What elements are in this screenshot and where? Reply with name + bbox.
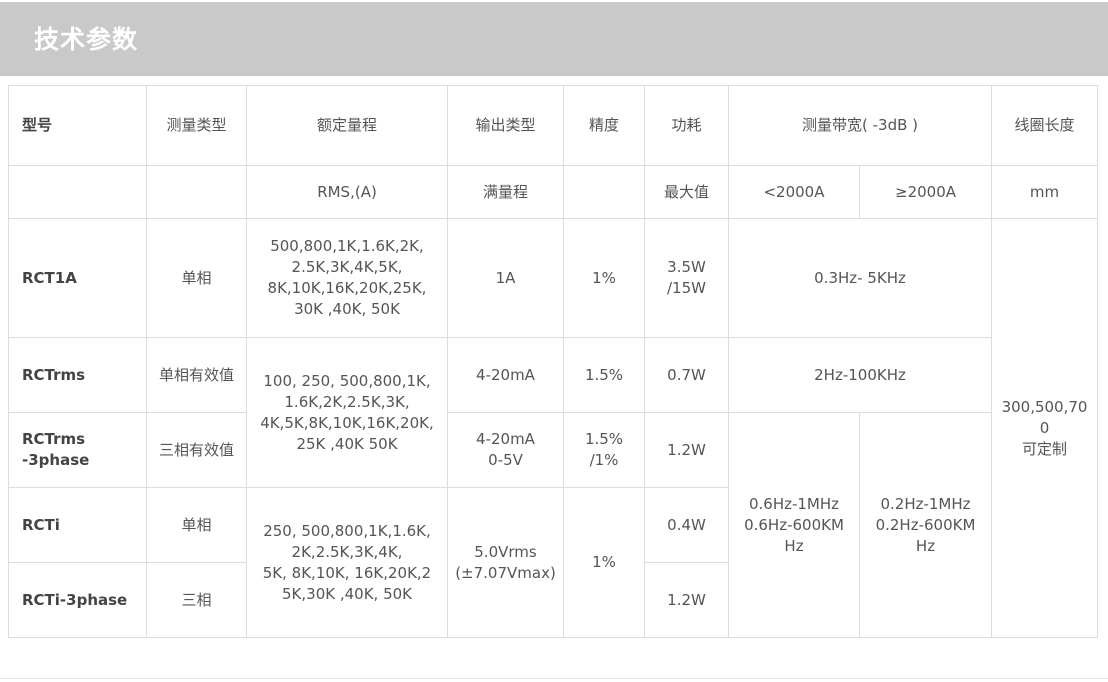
header-power: 功耗	[644, 85, 729, 166]
measure-type-cell: 单相	[146, 218, 247, 338]
subheader-output-type: 满量程	[447, 165, 564, 219]
bandwidth-cell: 0.3Hz- 5KHz	[727, 218, 993, 338]
model-cell: RCT1A	[8, 218, 147, 338]
power-cell: 1.2W	[644, 412, 729, 488]
measure-type-cell: 三相	[146, 562, 247, 638]
cell-line: 3.5W	[667, 258, 706, 276]
coil-length-cell: 300,500,70 0 可定制	[991, 218, 1099, 638]
subheader-rated-range: RMS,(A)	[246, 165, 448, 219]
header-accuracy: 精度	[563, 85, 645, 166]
cell-line: 1.2W	[667, 440, 706, 459]
cell-line: 250, 500,800,1K,1.6K,	[263, 521, 431, 540]
cell-line: 100, 250, 500,800,1K,	[263, 371, 431, 390]
model-cell: RCTrms	[8, 337, 147, 413]
cell-line: 4K,5K,8K,10K,16K,20K,	[260, 413, 434, 432]
output-type-cell: 4-20mA 0-5V	[447, 412, 564, 488]
cell-line: /15W	[667, 279, 706, 297]
cell-line: 4-20mA	[476, 430, 535, 448]
cell-line: 30K ,40K, 50K	[294, 300, 400, 318]
power-cell: 0.4W	[644, 487, 729, 563]
table-row: RCTrms -3phase 三相有效值 4-20mA 0-5V 1.5% /1…	[8, 412, 1098, 638]
model-cell: RCTi	[8, 487, 147, 563]
cell-line: 0.7W	[667, 365, 706, 384]
rated-range-cell: 500,800,1K,1.6K,2K, 2.5K,3K,4K,5K, 8K,10…	[246, 218, 448, 338]
power-cell: 3.5W /15W	[644, 218, 729, 338]
model-cell: RCTrms -3phase	[8, 412, 147, 488]
output-type-cell: 1A	[447, 218, 564, 338]
cell-line: 8K,10K,16K,20K,25K,	[267, 279, 427, 297]
cell-line: -3phase	[22, 451, 90, 469]
cell-line: /1%	[589, 451, 619, 469]
cell-line: 0.6Hz-1MHz	[748, 494, 840, 513]
cell-line: 0.2Hz-1MHz	[880, 494, 971, 513]
subheader-bandwidth-low: <2000A	[728, 165, 860, 219]
header-rated-range: 额定量程	[246, 85, 448, 166]
subheader-row: RMS,(A) 满量程 最大值 <2000A ≥2000A mm	[8, 165, 1099, 219]
output-type-cell: 5.0Vrms (±7.07Vmax)	[447, 487, 564, 638]
cell-line: 25K ,40K 50K	[296, 434, 398, 453]
model-cell: RCTi-3phase	[8, 562, 147, 638]
section-banner: 技术参数	[0, 2, 1108, 76]
cell-line: 0.6Hz-600KM	[744, 515, 844, 534]
subheader-measure-type	[146, 165, 247, 219]
subheader-bandwidth-high: ≥2000A	[858, 165, 993, 219]
cell-line: 2.5K,3K,4K,5K,	[291, 258, 403, 276]
cell-line: 1.2W	[667, 590, 706, 609]
header-measure-type: 测量类型	[146, 85, 247, 166]
cell-line: 1A	[495, 268, 516, 287]
table-row: RCTrms 单相有效值 100, 250, 500,800,1K, 1.6K,…	[8, 337, 1098, 488]
spec-table: 型号 测量类型 额定量程 输出类型 精度 功耗 测量带宽( -3dB ) 线圈长…	[8, 85, 1099, 638]
cell-line: 可定制	[1022, 439, 1068, 458]
cell-line: 0.2Hz-600KM	[875, 515, 976, 534]
subheader-coil-length: mm	[991, 165, 1099, 219]
cell-line: Hz	[784, 536, 804, 555]
bandwidth-cell: 2Hz-100KHz	[727, 337, 993, 413]
rated-range-cell: 250, 500,800,1K,1.6K, 2K,2.5K,3K,4K, 5K,…	[246, 487, 448, 638]
subheader-power: 最大值	[644, 165, 729, 219]
power-cell: 0.7W	[644, 337, 729, 413]
cell-line: 0.4W	[667, 515, 706, 534]
cell-line: 1%	[592, 268, 616, 287]
cell-line: Hz	[915, 536, 936, 555]
cell-line: 500,800,1K,1.6K,2K,	[270, 237, 424, 255]
cell-line: 5.0Vrms	[474, 542, 537, 561]
power-cell: 1.2W	[644, 562, 729, 638]
header-bandwidth: 测量带宽( -3dB )	[727, 85, 993, 166]
cell-line: RCTrms	[22, 430, 86, 448]
subheader-accuracy	[563, 165, 645, 219]
header-coil-length: 线圈长度	[991, 85, 1099, 166]
cell-line: 2K,2.5K,3K,4K,	[291, 542, 403, 561]
accuracy-cell: 1%	[563, 487, 645, 638]
subheader-model	[8, 165, 147, 219]
cell-line: 4-20mA	[476, 365, 535, 384]
measure-type-cell: 三相有效值	[146, 412, 247, 488]
header-row: 型号 测量类型 额定量程 输出类型 精度 功耗 测量带宽( -3dB ) 线圈长…	[8, 85, 1099, 166]
cell-line: 5K,30K ,40K, 50K	[282, 584, 412, 603]
cell-line: 5K, 8K,10K, 16K,20K,2	[262, 563, 432, 582]
accuracy-cell: 1.5% /1%	[563, 412, 645, 488]
measure-type-cell: 单相有效值	[146, 337, 247, 413]
cell-line: 1.5%	[584, 365, 624, 384]
header-model: 型号	[8, 85, 147, 166]
table-row: RCT1A 单相 500,800,1K,1.6K,2K, 2.5K,3K,4K,…	[8, 218, 1099, 638]
cell-line: 1.5%	[584, 430, 624, 448]
cell-line: 1%	[592, 553, 616, 571]
bandwidth-low-cell: 0.6Hz-1MHz 0.6Hz-600KM Hz	[728, 412, 860, 638]
bandwidth-high-cell: 0.2Hz-1MHz 0.2Hz-600KM Hz	[858, 412, 993, 638]
rated-range-cell: 100, 250, 500,800,1K, 1.6K,2K,2.5K,3K, 4…	[246, 337, 448, 488]
cell-line: (±7.07Vmax)	[455, 563, 556, 582]
cell-line: 1.6K,2K,2.5K,3K,	[284, 392, 410, 411]
section-title: 技术参数	[34, 25, 139, 54]
cell-line: 300,500,70	[1001, 397, 1088, 416]
accuracy-cell: 1%	[563, 218, 645, 338]
header-output-type: 输出类型	[447, 85, 564, 166]
cell-line: 0-5V	[488, 451, 523, 469]
accuracy-cell: 1.5%	[563, 337, 645, 413]
bottom-divider	[0, 678, 1108, 679]
measure-type-cell: 单相	[146, 487, 247, 563]
cell-line: 0	[1039, 418, 1050, 437]
output-type-cell: 4-20mA	[447, 337, 564, 413]
